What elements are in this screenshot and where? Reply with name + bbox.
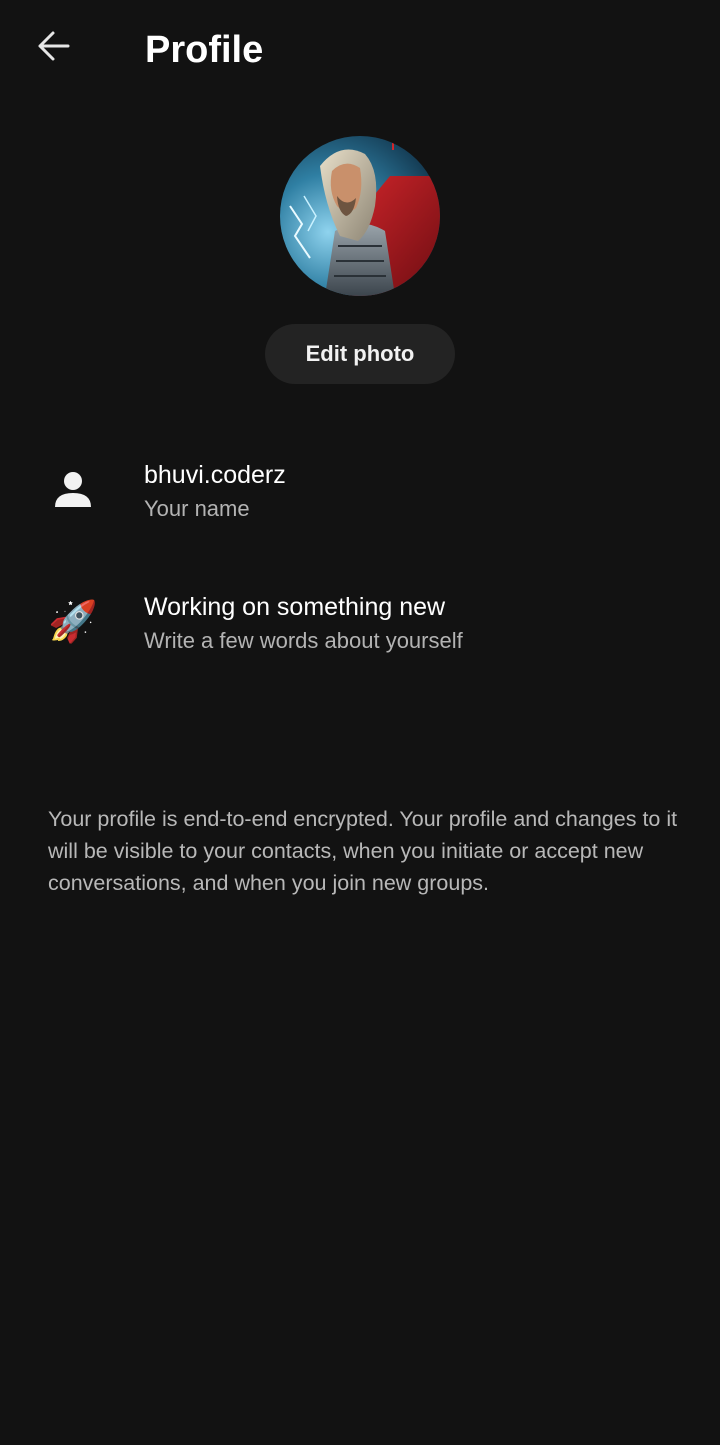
page-title: Profile: [145, 29, 264, 71]
about-row[interactable]: 🚀 Working on something new Write a few w…: [0, 582, 720, 672]
encryption-note: Your profile is end-to-end encrypted. Yo…: [48, 807, 678, 895]
arrow-left-icon: [34, 26, 74, 71]
profile-photo: [280, 136, 440, 296]
avatar[interactable]: [280, 136, 440, 296]
profile-name-hint: Your name: [144, 496, 250, 521]
profile-about-hint: Write a few words about yourself: [144, 628, 463, 653]
edit-photo-button[interactable]: Edit photo: [265, 324, 455, 384]
profile-name: bhuvi.coderz: [144, 461, 286, 489]
back-button[interactable]: [26, 22, 82, 74]
person-icon: [46, 462, 100, 516]
name-row[interactable]: bhuvi.coderz Your name: [0, 450, 720, 540]
top-app-bar: Profile: [0, 0, 720, 100]
profile-about: Working on something new: [144, 593, 446, 621]
rocket-emoji-icon: 🚀: [48, 599, 98, 644]
